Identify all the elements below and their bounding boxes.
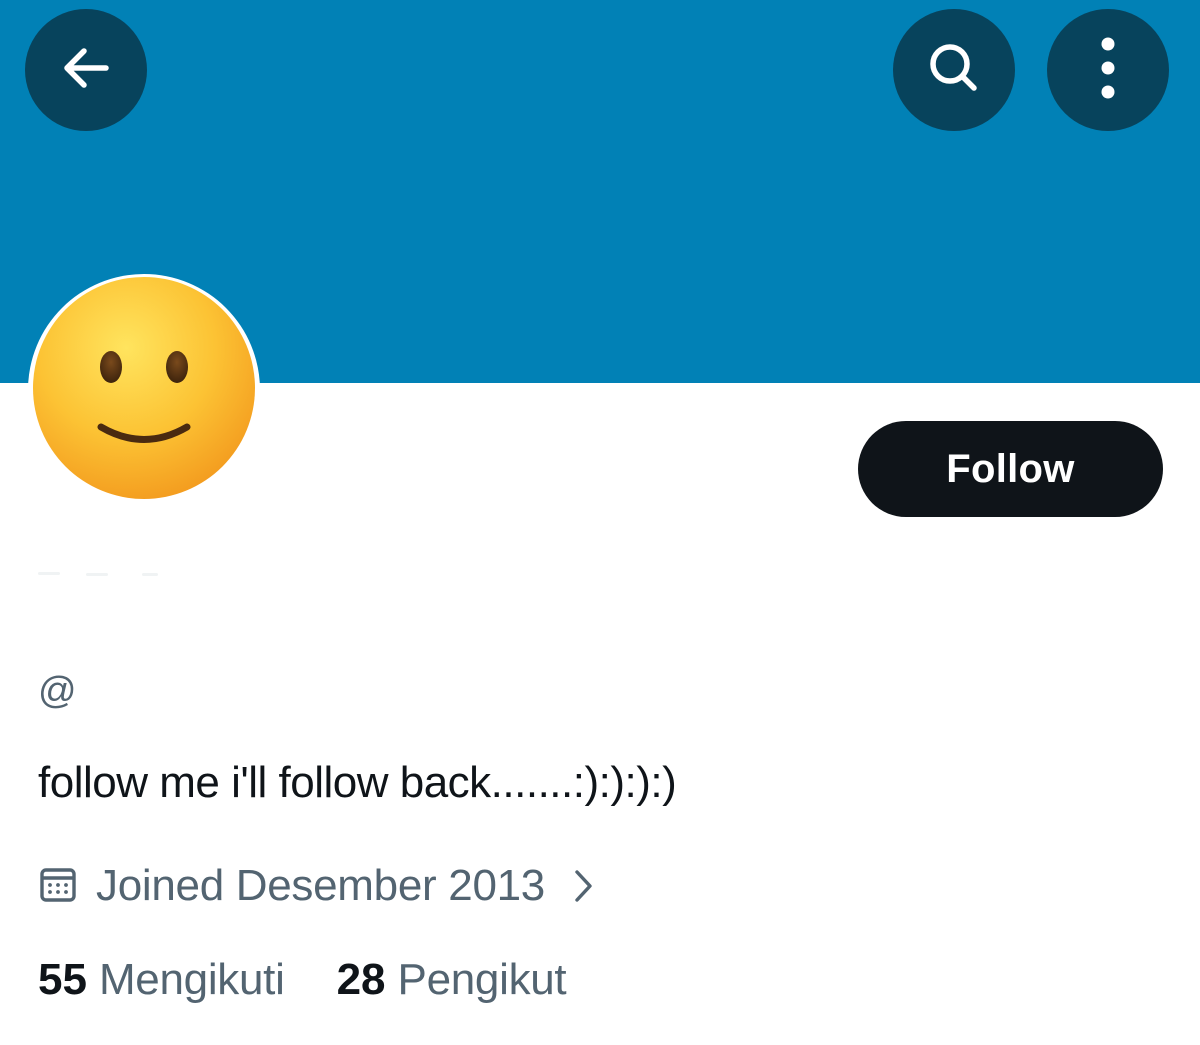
arrow-left-icon bbox=[56, 38, 116, 103]
profile-bio: follow me i'll follow back.......:):):):… bbox=[38, 758, 677, 807]
follow-button-label: Follow bbox=[946, 446, 1075, 491]
following-count: 55 bbox=[38, 955, 87, 1004]
following-label: Mengikuti bbox=[98, 955, 285, 1004]
followers-label: Pengikut bbox=[397, 955, 567, 1004]
profile-stats: 55 Mengikuti 28 Pengikut bbox=[38, 952, 567, 1008]
search-icon bbox=[921, 35, 987, 106]
followers-count: 28 bbox=[336, 955, 386, 1004]
chevron-right-icon bbox=[573, 868, 595, 904]
more-options-button[interactable] bbox=[1047, 9, 1169, 131]
profile-handle: @ bbox=[38, 670, 77, 712]
back-button[interactable] bbox=[25, 9, 147, 131]
joined-date-text: Joined Desember 2013 bbox=[96, 861, 545, 910]
followers-link[interactable]: 28 Pengikut bbox=[337, 955, 567, 1005]
avatar[interactable] bbox=[28, 274, 260, 506]
slightly-smiling-face-emoji-icon bbox=[31, 275, 257, 506]
joined-date-row[interactable]: Joined Desember 2013 bbox=[38, 858, 595, 914]
calendar-icon bbox=[38, 864, 78, 909]
follow-button[interactable]: Follow bbox=[858, 421, 1163, 517]
display-name-placeholder bbox=[38, 572, 158, 576]
search-button[interactable] bbox=[893, 9, 1015, 131]
more-vertical-icon bbox=[1098, 36, 1118, 105]
following-link[interactable]: 55 Mengikuti bbox=[38, 955, 285, 1005]
